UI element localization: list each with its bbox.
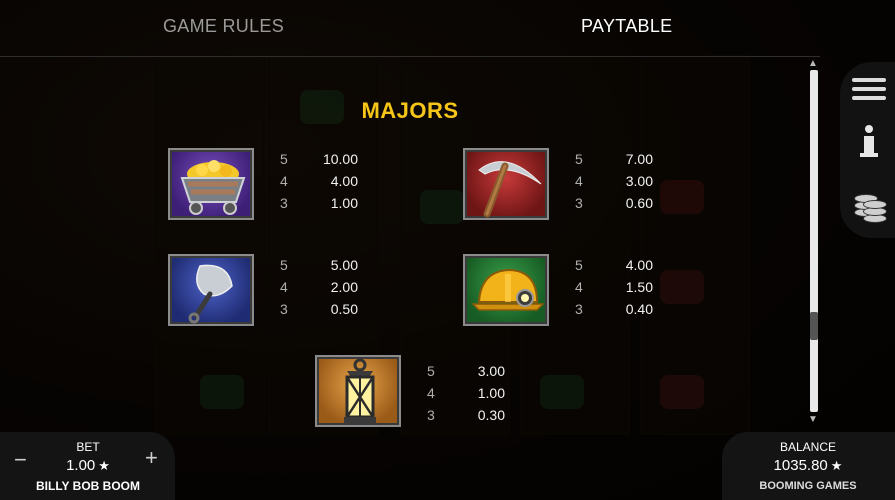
tab-game-rules[interactable]: GAME RULES <box>163 16 284 37</box>
payout-list: 5 5.00 4 2.00 3 0.50 <box>280 257 358 317</box>
scroll-up-arrow-icon[interactable]: ▲ <box>808 58 818 69</box>
brand-label: BOOMING GAMES <box>759 480 857 492</box>
miner-helmet-icon <box>463 254 549 326</box>
paytable-entry-pickaxe: 5 7.00 4 3.00 3 0.60 <box>463 148 683 220</box>
paytable-entry-cart: 5 10.00 4 4.00 3 1.00 <box>168 148 388 220</box>
scrollbar-thumb[interactable] <box>810 312 818 340</box>
game-name: BILLY BOB BOOM <box>35 479 140 493</box>
bet-increase-button[interactable]: + <box>145 445 158 471</box>
info-icon[interactable] <box>860 125 878 159</box>
balance-value: 1035.80 ★ <box>773 457 843 474</box>
hamburger-menu-icon[interactable] <box>852 78 886 105</box>
payout-list: 5 3.00 4 1.00 3 0.30 <box>427 363 505 423</box>
balance-label: BALANCE <box>779 440 837 454</box>
gold-cart-icon <box>168 148 254 220</box>
paytable-entry-helmet: 5 4.00 4 1.50 3 0.40 <box>463 254 683 326</box>
scroll-down-arrow-icon[interactable]: ▼ <box>808 414 818 425</box>
payout-list: 5 7.00 4 3.00 3 0.60 <box>575 151 653 211</box>
paytable-entry-lantern: 5 3.00 4 1.00 3 0.30 <box>315 355 535 427</box>
pickaxe-icon <box>463 148 549 220</box>
lantern-icon <box>315 355 401 427</box>
tab-paytable[interactable]: PAYTABLE <box>581 16 672 37</box>
tab-bar: GAME RULES PAYTABLE <box>0 0 820 58</box>
section-title: MAJORS <box>361 98 459 123</box>
payout-list: 5 4.00 4 1.50 3 0.40 <box>575 257 653 317</box>
payout-list: 5 10.00 4 4.00 3 1.00 <box>280 151 358 211</box>
header-divider <box>0 56 820 57</box>
coin-stack-icon[interactable] <box>854 186 888 226</box>
star-icon: ★ <box>830 458 843 473</box>
star-icon: ★ <box>98 458 110 473</box>
shovel-icon <box>168 254 254 326</box>
paytable-entry-shovel: 5 5.00 4 2.00 3 0.50 <box>168 254 388 326</box>
